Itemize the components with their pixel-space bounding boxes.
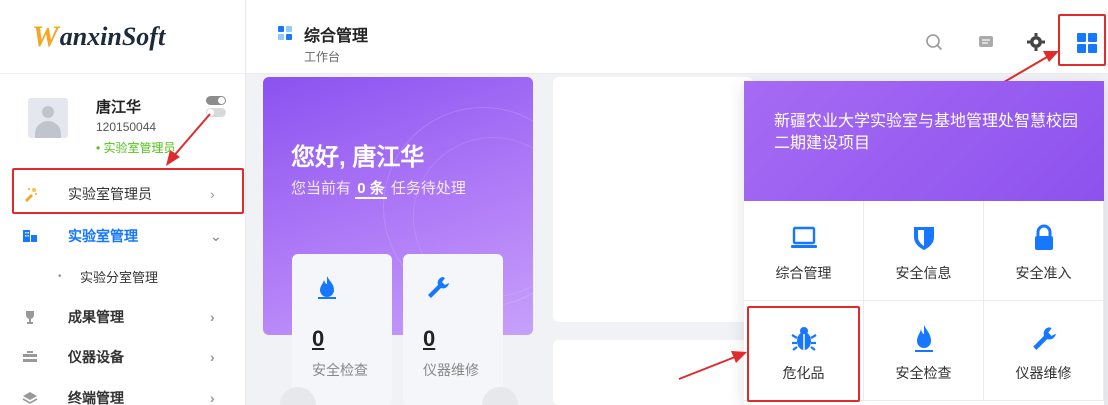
app-tile-hazardous-chemicals[interactable]: 危化品 <box>744 301 864 401</box>
app-switcher-panel: 新疆农业大学实验室与基地管理处智慧校园二期建设项目 综合管理 安全信息 安全准入… <box>744 81 1104 405</box>
content-card <box>553 77 753 322</box>
sidebar-item-lab-management[interactable]: 实验室管理 ⌄ <box>0 216 246 256</box>
stat-card-safety-check[interactable]: 0 安全检查 <box>292 254 392 405</box>
grid-icon <box>278 26 292 40</box>
annotation-arrow <box>166 113 211 166</box>
wrench-icon <box>1028 323 1060 353</box>
sidebar-subitem-lab-room[interactable]: • 实验分室管理 <box>0 256 246 296</box>
user-name: 唐江华 <box>96 99 142 116</box>
sidebar-item-achievements[interactable]: 成果管理 › <box>0 297 246 337</box>
chevron-right-icon: › <box>210 390 215 405</box>
task-summary: 您当前有 0 条 任务待处理 <box>291 180 466 199</box>
bug-icon <box>788 323 820 353</box>
flame-icon <box>908 323 940 353</box>
bullet-icon: • <box>58 270 62 282</box>
chevron-right-icon: › <box>210 309 215 325</box>
user-id: 120150044 <box>96 120 157 134</box>
shield-icon <box>908 223 940 253</box>
page-title: 综合管理 <box>304 28 369 45</box>
wrench-icon <box>425 274 451 300</box>
app-tile-safety-info[interactable]: 安全信息 <box>864 201 984 301</box>
app-tile-safety-check[interactable]: 安全检查 <box>864 301 984 401</box>
search-icon[interactable] <box>922 30 946 54</box>
sidebar: WanxinSoft 唐江华 120150044 • 实验室管理员 实验室管理员… <box>0 0 246 405</box>
task-count[interactable]: 0 条 <box>355 180 387 199</box>
chevron-right-icon: › <box>210 349 215 365</box>
app-tile-general-management[interactable]: 综合管理 <box>744 201 864 301</box>
app-switcher-icon[interactable] <box>1074 30 1100 56</box>
chevron-down-icon: ⌄ <box>210 227 222 244</box>
laptop-icon <box>788 223 820 253</box>
chevron-right-icon: › <box>210 186 215 202</box>
annotation-arrow <box>678 351 747 380</box>
layers-icon <box>22 390 38 405</box>
building-icon <box>22 228 38 244</box>
trophy-icon <box>22 309 38 325</box>
project-banner: 新疆农业大学实验室与基地管理处智慧校园二期建设项目 <box>744 81 1104 201</box>
sidebar-item-instruments[interactable]: 仪器设备 › <box>0 337 246 377</box>
top-header: 综合管理 工作台 <box>246 0 1108 74</box>
greeting: 您好, 唐江华 <box>291 144 425 171</box>
logo[interactable]: WanxinSoft <box>0 0 245 74</box>
sidebar-item-lab-admin-role[interactable]: 实验室管理员 › <box>0 174 246 214</box>
flame-icon <box>314 274 340 300</box>
project-title: 新疆农业大学实验室与基地管理处智慧校园二期建设项目 <box>774 113 1079 152</box>
stat-card-instrument-repair[interactable]: 0 仪器维修 <box>403 254 503 405</box>
breadcrumb: 工作台 <box>304 50 341 64</box>
app-tile-safety-access[interactable]: 安全准入 <box>984 201 1104 301</box>
instrument-icon <box>22 349 38 365</box>
avatar[interactable] <box>28 98 68 138</box>
sparkle-icon <box>22 186 38 202</box>
sidebar-item-terminals[interactable]: 终端管理 › <box>0 378 246 405</box>
lock-icon <box>1028 223 1060 253</box>
app-tile-instrument-repair[interactable]: 仪器维修 <box>984 301 1104 401</box>
